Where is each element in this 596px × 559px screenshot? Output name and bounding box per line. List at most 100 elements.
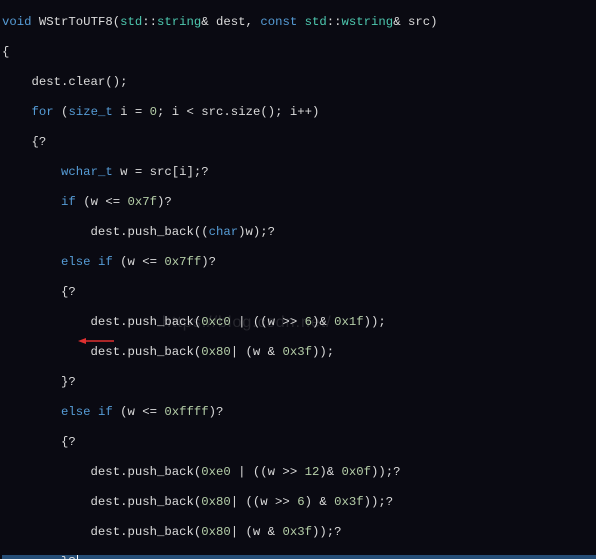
- code-line[interactable]: dest.push_back(0x80| (w & 0x3f));?: [2, 525, 596, 540]
- token: [2, 405, 61, 419]
- token: WStrToUTF8(: [32, 15, 121, 29]
- token-number: 6: [297, 495, 304, 509]
- token-type: string: [157, 15, 201, 29]
- token-number: 0x80: [201, 345, 231, 359]
- code-line[interactable]: {?: [2, 135, 596, 150]
- annotation-arrow-icon: [78, 337, 114, 345]
- code-line[interactable]: else if (w <= 0x7ff)?: [2, 255, 596, 270]
- token-number: 0x0f: [341, 465, 371, 479]
- token: ::: [142, 15, 157, 29]
- token-number: 0x80: [201, 495, 231, 509]
- token: ));?: [312, 525, 342, 539]
- token: )w);?: [238, 225, 275, 239]
- token-number: 0x3f: [282, 525, 312, 539]
- token: )?: [209, 405, 224, 419]
- token: (w <=: [113, 405, 165, 419]
- code-line[interactable]: {: [2, 45, 596, 60]
- code-line[interactable]: {?: [2, 435, 596, 450]
- code-line[interactable]: void WStrToUTF8(std::string& dest, const…: [2, 15, 596, 30]
- code-line[interactable]: }?: [2, 555, 596, 559]
- token: [2, 105, 32, 119]
- token-keyword: const: [260, 15, 297, 29]
- token-keyword: for: [32, 105, 54, 119]
- token-keyword: else: [61, 405, 91, 419]
- token: & src): [393, 15, 437, 29]
- token-number: 0x7f: [127, 195, 157, 209]
- token: [2, 165, 61, 179]
- token: (w <=: [113, 255, 165, 269]
- token: | (w &: [231, 345, 283, 359]
- token-keyword: void: [2, 15, 32, 29]
- token-number: 0xc0: [201, 315, 231, 329]
- token-keyword: if: [61, 195, 76, 209]
- token: (w <=: [76, 195, 128, 209]
- token: [297, 15, 304, 29]
- token-type: char: [209, 225, 239, 239]
- token: dest.clear();: [2, 75, 127, 89]
- token: ::: [327, 15, 342, 29]
- token: )?: [157, 195, 172, 209]
- token: [91, 255, 98, 269]
- code-line[interactable]: dest.clear();: [2, 75, 596, 90]
- code-line[interactable]: dest.push_back(0x80| ((w >> 6) & 0x3f));…: [2, 495, 596, 510]
- token: ; i < src.size(); i++): [157, 105, 319, 119]
- token: | (w &: [231, 525, 283, 539]
- token-keyword: if: [98, 405, 113, 419]
- token: w = src[i];?: [113, 165, 209, 179]
- token: | ((w >>: [231, 465, 305, 479]
- code-line[interactable]: {?: [2, 285, 596, 300]
- code-line[interactable]: dest.push_back(0xe0 | ((w >> 12)& 0x0f))…: [2, 465, 596, 480]
- token: (: [54, 105, 69, 119]
- token: {?: [2, 135, 46, 149]
- token-number: 0xe0: [201, 465, 231, 479]
- code-line[interactable]: if (w <= 0x7f)?: [2, 195, 596, 210]
- token: [2, 255, 61, 269]
- token-keyword: if: [98, 255, 113, 269]
- code-line[interactable]: for (size_t i = 0; i < src.size(); i++): [2, 105, 596, 120]
- token: ));: [312, 345, 334, 359]
- token: dest.push_back(: [2, 495, 201, 509]
- code-line[interactable]: wchar_t w = src[i];?: [2, 165, 596, 180]
- token: {?: [2, 435, 76, 449]
- token-number: 12: [305, 465, 320, 479]
- token-number: 0x3f: [334, 495, 364, 509]
- code-line[interactable]: else if (w <= 0xffff)?: [2, 405, 596, 420]
- token-number: 0x1f: [334, 315, 364, 329]
- token-type: wchar_t: [61, 165, 113, 179]
- token: dest.push_back(: [2, 315, 201, 329]
- token: dest.push_back((: [2, 225, 209, 239]
- token: [91, 405, 98, 419]
- text-cursor: [77, 555, 78, 559]
- code-line[interactable]: }?: [2, 375, 596, 390]
- token-number: 6: [305, 315, 312, 329]
- token: {: [2, 45, 9, 59]
- token: ));?: [371, 465, 401, 479]
- token: ) &: [305, 495, 335, 509]
- token-number: 0xffff: [164, 405, 208, 419]
- token-keyword: else: [61, 255, 91, 269]
- token-number: 0x7ff: [164, 255, 201, 269]
- token: i =: [113, 105, 150, 119]
- token: | ((w >>: [231, 495, 297, 509]
- token: dest.push_back(: [2, 345, 201, 359]
- token-number: 0: [150, 105, 157, 119]
- token: )?: [201, 255, 216, 269]
- token: )&: [319, 465, 341, 479]
- token: }?: [2, 555, 76, 559]
- token-type: wstring: [342, 15, 394, 29]
- code-editor[interactable]: void WStrToUTF8(std::string& dest, const…: [0, 0, 596, 559]
- code-line[interactable]: dest.push_back(0xc0 | ((w >> 6)& 0x1f));: [2, 315, 596, 330]
- token: ));: [364, 315, 386, 329]
- token: }?: [2, 375, 76, 389]
- token: [2, 195, 61, 209]
- token: & dest,: [201, 15, 260, 29]
- token: dest.push_back(: [2, 465, 201, 479]
- token: | ((w >>: [231, 315, 305, 329]
- token-number: 0x3f: [282, 345, 312, 359]
- token: dest.push_back(: [2, 525, 201, 539]
- token-number: 0x80: [201, 525, 231, 539]
- token-type: size_t: [68, 105, 112, 119]
- code-line[interactable]: dest.push_back(0x80| (w & 0x3f));: [2, 345, 596, 360]
- code-line[interactable]: dest.push_back((char)w);?: [2, 225, 596, 240]
- token: ));?: [364, 495, 394, 509]
